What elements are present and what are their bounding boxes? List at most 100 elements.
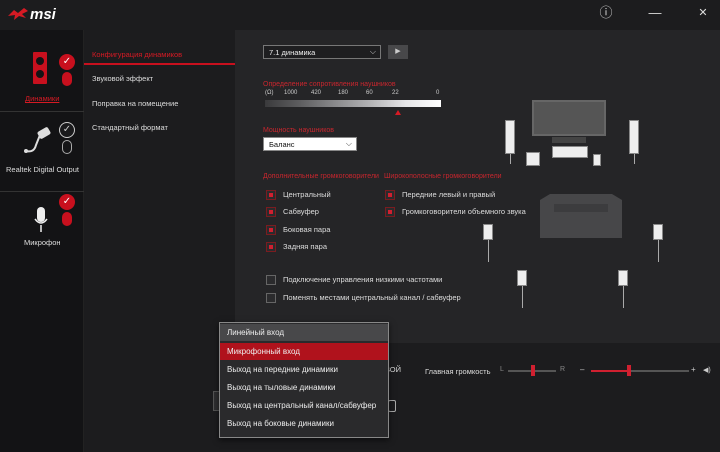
dropdown-item-side-out[interactable]: Выход на боковые динамики xyxy=(220,415,388,432)
balance-left-label: L xyxy=(500,366,504,373)
checkbox-label: Сабвуфер xyxy=(283,207,319,216)
power-value: Баланс xyxy=(269,140,295,149)
subwoofer-speaker xyxy=(526,152,540,166)
side-right-speaker xyxy=(653,224,663,240)
wideband-speakers-label: Широкополосные громкоговорители xyxy=(384,173,502,180)
dropdown-item-label: Выход на центральный канал/сабвуфер xyxy=(227,401,377,410)
tick-label: 180 xyxy=(338,90,349,96)
minimize-button[interactable]: — xyxy=(646,4,664,22)
checkbox-box[interactable] xyxy=(266,275,276,285)
checkbox-label: Центральный xyxy=(283,190,331,199)
settings-menu: Конфигурация динамиков Звуковой эффект П… xyxy=(84,30,235,452)
impedance-label: Определение сопротивления наушников xyxy=(263,81,396,88)
volume-down-label[interactable]: – xyxy=(580,365,584,374)
speaker-config-select[interactable]: 7.1 динамика ⌵ xyxy=(263,45,381,59)
checkbox-label: Поменять местами центральный канал / саб… xyxy=(283,293,461,302)
microphone-icon xyxy=(34,207,48,233)
balance-right-label: R xyxy=(560,366,566,373)
device-label: Realtek Digital Output xyxy=(6,165,79,174)
tick-label: 0 xyxy=(436,90,440,96)
dropdown-item-label: Линейный вход xyxy=(227,328,285,337)
check-icon: ✓ xyxy=(59,194,75,210)
dropdown-item-label: Выход на передние динамики xyxy=(227,365,338,374)
jack-icon xyxy=(62,212,72,226)
checkbox-box[interactable] xyxy=(266,207,276,217)
menu-item-speaker-config[interactable]: Конфигурация динамиков xyxy=(92,50,182,59)
menu-item-room-correction[interactable]: Поправка на помещение xyxy=(92,99,178,108)
rear-right-speaker xyxy=(618,270,628,286)
checkbox-box[interactable] xyxy=(266,293,276,303)
power-select[interactable]: Баланс ⌵ xyxy=(263,137,357,151)
check-icon: ✓ xyxy=(59,54,75,70)
balance-slider-thumb[interactable] xyxy=(531,365,535,376)
impedance-marker xyxy=(395,110,401,115)
dropdown-item-line-in[interactable]: Линейный вход xyxy=(220,324,388,341)
volume-slider-thumb[interactable] xyxy=(627,365,631,376)
digital-cable-icon xyxy=(22,127,56,157)
rear-left-speaker xyxy=(517,270,527,286)
checkbox-box[interactable] xyxy=(266,242,276,252)
speaker-device-icon xyxy=(33,52,47,84)
tick-label: 22 xyxy=(392,90,399,96)
chevron-down-icon: ⌵ xyxy=(369,47,376,56)
tick-label: 1000 xyxy=(284,90,298,96)
device-label: Микрофон xyxy=(24,238,61,247)
front-right-speaker xyxy=(629,120,639,154)
dropdown-item-rear-out[interactable]: Выход на тыловые динамики xyxy=(220,379,388,396)
dropdown-item-label: Микрофонный вход xyxy=(227,347,300,356)
volume-up-label[interactable]: + xyxy=(691,365,696,374)
partial-control-right xyxy=(388,400,396,412)
device-speakers[interactable]: ✓ Динамики xyxy=(0,30,84,112)
dropdown-item-center-sub-out[interactable]: Выход на центральный канал/сабвуфер xyxy=(220,397,388,414)
master-volume-label: Главная громкость xyxy=(425,367,491,376)
dropdown-item-label: Выход на боковые динамики xyxy=(227,419,334,428)
jack-icon xyxy=(62,72,72,86)
desk-shape xyxy=(540,194,622,238)
menu-item-sound-effect[interactable]: Звуковой эффект xyxy=(92,74,153,83)
menu-active-underline xyxy=(84,63,235,65)
impedance-ticks: (Ω) 1000 420 180 60 22 0 xyxy=(265,90,445,100)
checkbox-label: Подключение управления низкими частотами xyxy=(283,275,443,284)
checkbox-box[interactable] xyxy=(385,207,395,217)
test-play-button[interactable]: ▶ xyxy=(388,45,408,59)
extra-speakers-label: Дополнительные громкоговорители xyxy=(263,173,379,180)
front-small-speaker xyxy=(593,154,601,166)
volume-slider-fill xyxy=(591,370,628,372)
speaker-layout-diagram xyxy=(483,90,680,308)
device-digital-output[interactable]: ✓ Realtek Digital Output xyxy=(0,112,84,192)
title-bar: msi ⓘ — ✕ xyxy=(0,0,720,30)
checkbox-box[interactable] xyxy=(385,190,395,200)
check-icon: ✓ xyxy=(59,122,75,138)
monitor-icon xyxy=(532,100,606,136)
info-icon[interactable]: ⓘ xyxy=(597,4,615,22)
checkbox-box[interactable] xyxy=(266,225,276,235)
front-left-speaker xyxy=(505,120,515,154)
play-icon: ▶ xyxy=(395,48,401,55)
tick-label: (Ω) xyxy=(265,90,274,96)
app-logo-text: msi xyxy=(30,6,56,23)
speaker-config-value: 7.1 динамика xyxy=(269,48,316,57)
device-microphone[interactable]: ✓ Микрофон xyxy=(0,192,84,262)
dropdown-item-mic-in[interactable]: Микрофонный вход xyxy=(220,343,388,360)
chevron-down-icon: ⌵ xyxy=(345,139,352,148)
tick-label: 420 xyxy=(311,90,322,96)
power-label: Мощность наушников xyxy=(263,127,334,134)
dropdown-item-label: Выход на тыловые динамики xyxy=(227,383,336,392)
dropdown-item-front-out[interactable]: Выход на передние динамики xyxy=(220,361,388,378)
checkbox-label: Задняя пара xyxy=(283,242,328,251)
device-pane: ✓ Динамики ✓ Realtek Digital Output ✓ Ми… xyxy=(0,30,84,452)
menu-item-default-format[interactable]: Стандартный формат xyxy=(92,123,168,132)
jack-icon xyxy=(62,140,72,154)
device-label: Динамики xyxy=(25,94,60,103)
speaker-mute-icon[interactable]: ◀) xyxy=(703,366,711,374)
checkbox-box[interactable] xyxy=(266,190,276,200)
impedance-bar[interactable] xyxy=(265,100,441,107)
tick-label: 60 xyxy=(366,90,373,96)
side-left-speaker xyxy=(483,224,493,240)
checkbox-label: Передние левый и правый xyxy=(402,190,496,199)
checkbox-label: Боковая пара xyxy=(283,225,331,234)
jack-function-dropdown[interactable]: Линейный вход Микрофонный вход Выход на … xyxy=(219,322,389,438)
msi-dragon-logo xyxy=(8,8,28,20)
monitor-stand xyxy=(552,137,586,143)
close-button[interactable]: ✕ xyxy=(694,4,712,22)
